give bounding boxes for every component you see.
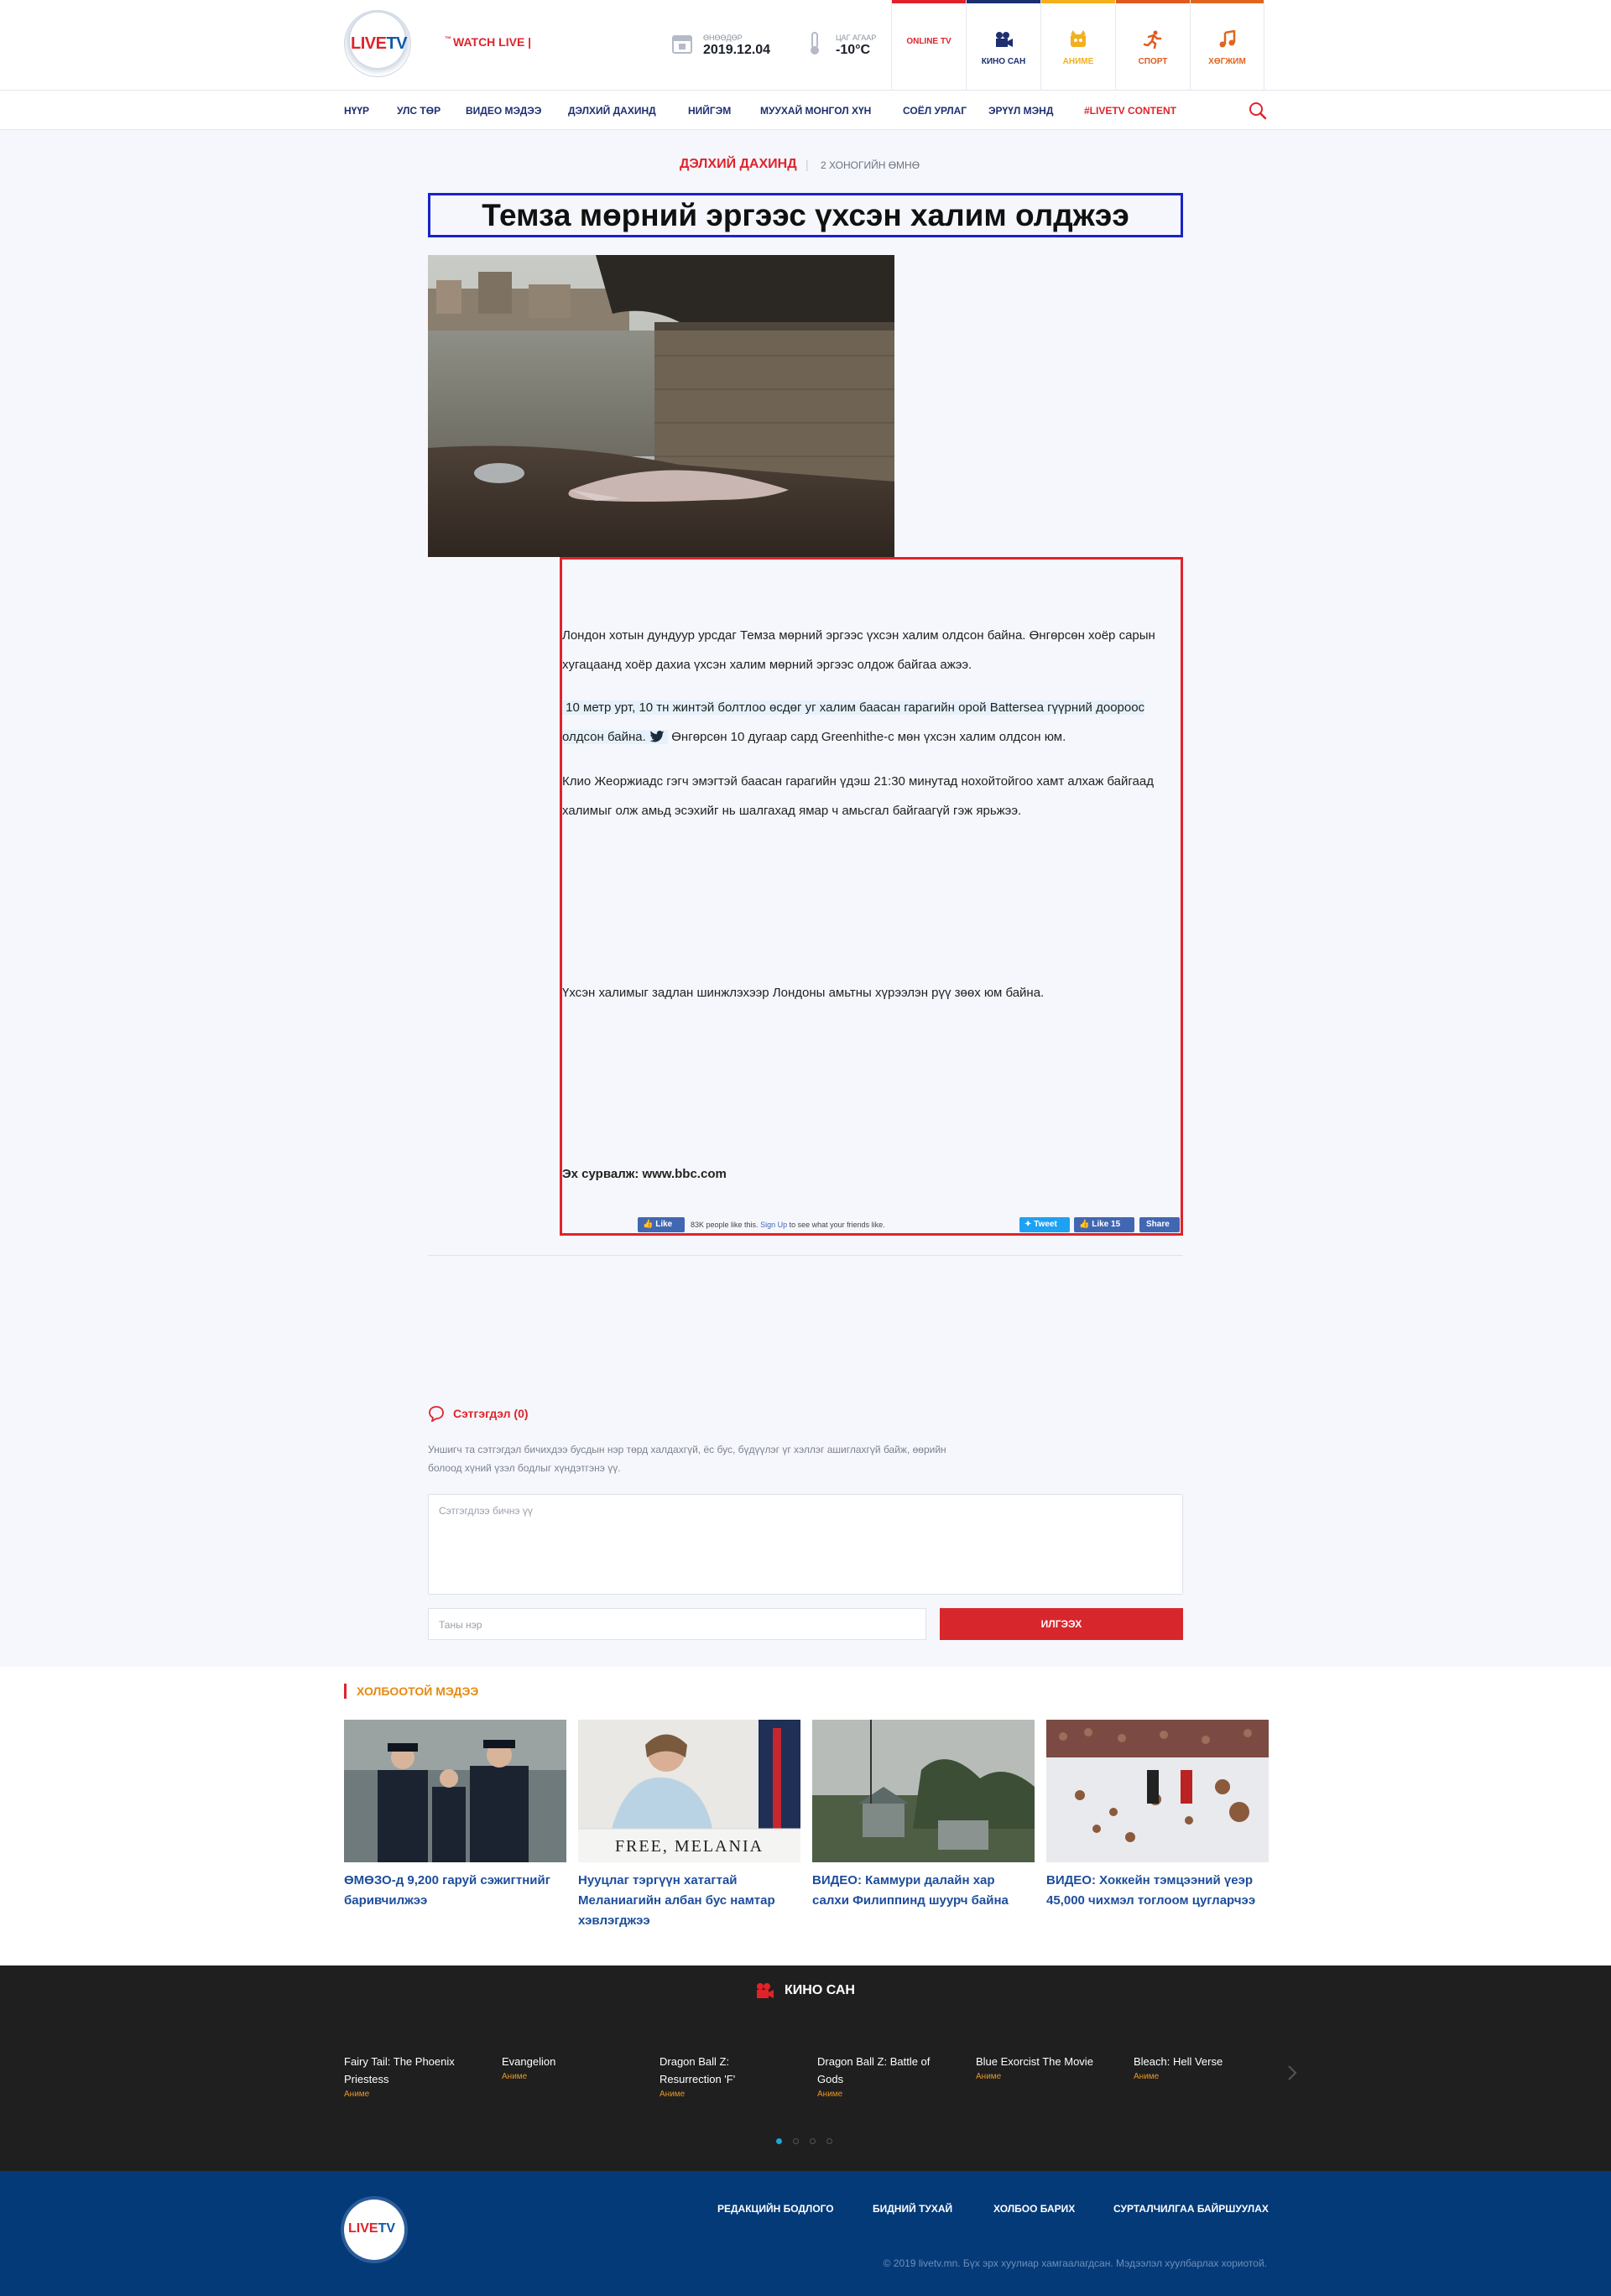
menu-item[interactable]: ДЭЛХИЙ ДАХИНД	[568, 105, 656, 117]
footer-link[interactable]: СУРТАЛЧИЛГАА БАЙРШУУЛАХ	[1113, 2203, 1269, 2215]
fb-like-button-small[interactable]: 👍 Like 15	[1074, 1217, 1134, 1232]
comments-note: Уншигч та сэтгэгдэл бичихдээ бусдын нэр …	[428, 1444, 946, 1474]
footer-logo[interactable]: LIVETV	[344, 2200, 404, 2260]
carousel-dot[interactable]	[776, 2138, 782, 2144]
footer-link[interactable]: БИДНИЙ ТУХАЙ	[873, 2203, 952, 2215]
related-image[interactable]: FREE, MELANIA	[578, 1720, 800, 1862]
logo-text: LIVETV	[351, 34, 408, 53]
thermometer-icon	[811, 32, 819, 55]
related-image[interactable]	[344, 1720, 566, 1862]
comment-icon	[429, 1406, 444, 1422]
footer-link[interactable]: РЕДАКЦИЙН БОДЛОГО	[717, 2203, 834, 2215]
carousel-dot[interactable]	[793, 2138, 799, 2144]
runner-icon	[1143, 30, 1162, 49]
nav-online-tv[interactable]: ONLINE TV	[891, 0, 966, 91]
related-image[interactable]	[1046, 1720, 1269, 1862]
article-paragraph: Үхсэн халимыг задлан шинжлэхээр Лондоны …	[562, 986, 1045, 1000]
menu-item[interactable]: НҮҮР	[344, 105, 369, 117]
article-paragraph: Клио Жеоржиадс гэгч эмэгтэй баасан гараг…	[562, 774, 1154, 818]
related-image-text: FREE, MELANIA	[614, 1837, 764, 1856]
nav-sport[interactable]: СПОРТ	[1115, 0, 1190, 91]
carousel-dot[interactable]	[826, 2138, 832, 2144]
menu-item[interactable]: УЛС ТӨР	[397, 105, 441, 117]
article-paragraph: 10 метр урт, 10 тн жинтэй болтлоо өсдөг …	[562, 700, 1145, 744]
movie-item[interactable]: Bleach: Hell Verse Аниме	[1134, 2053, 1268, 2081]
social-bar: 👍 Like 83K people like this. Sign Up to …	[638, 1217, 1183, 1234]
movie-item[interactable]: Evangelion Аниме	[502, 2053, 636, 2081]
menu-item[interactable]: ВИДЕО МЭДЭЭ	[466, 105, 541, 117]
fb-like-count: 83K people like this. Sign Up to see wha…	[691, 1221, 885, 1229]
divider	[428, 1255, 1183, 1256]
related-section	[0, 1667, 1611, 1965]
article-image	[428, 255, 894, 557]
related-caption[interactable]: ӨМӨЗО-д 9,200 гаруй сэжигтнийг баривчилж…	[344, 1871, 566, 1911]
footer-logo-text: LIVETV	[348, 2221, 396, 2236]
movie-item[interactable]: Blue Exorcist The Movie Аниме	[976, 2053, 1110, 2081]
copyright: © 2019 livetv.mn. Бүх эрх хуулиар хамгаа…	[883, 2257, 1267, 2269]
fb-like-button[interactable]: 👍 Like	[638, 1217, 685, 1232]
related-caption[interactable]: ВИДЕО: Хоккейн тэмцээний үеэр 45,000 чих…	[1046, 1871, 1269, 1911]
article-title: Темза мөрний эргээс үхсэн халим олджээ	[428, 193, 1183, 237]
nav-anime[interactable]: АНИМЕ	[1040, 0, 1115, 91]
related-caption[interactable]: Нууцлаг тэргүүн хатагтай Меланиагийн алб…	[578, 1871, 800, 1931]
site-logo[interactable]: LIVETV	[344, 10, 411, 77]
menu-item[interactable]: МУУХАЙ МОНГОЛ ХҮН	[760, 105, 871, 117]
search-icon[interactable]	[1249, 102, 1267, 120]
carousel-dot[interactable]	[810, 2138, 816, 2144]
main-menu: НҮҮР УЛС ТӨР ВИДЕО МЭДЭЭ ДЭЛХИЙ ДАХИНД Н…	[0, 91, 1611, 130]
menu-item[interactable]: НИЙГЭМ	[688, 105, 731, 117]
nav-kino-san[interactable]: КИНО САН	[966, 0, 1040, 91]
twitter-icon[interactable]	[649, 731, 665, 742]
video-camera-icon	[757, 1983, 774, 1998]
chevron-right-icon[interactable]	[1287, 2064, 1297, 2081]
menu-item[interactable]: #LIVETV CONTENT	[1084, 105, 1176, 117]
comment-textarea[interactable]: Сэтгэгдлээ бичнэ үү	[428, 1494, 1183, 1595]
menu-item[interactable]: ЭРҮҮЛ МЭНД	[988, 105, 1053, 117]
fb-signup-link[interactable]: Sign Up	[760, 1221, 787, 1229]
article-category[interactable]: ДЭЛХИЙ ДАХИНД	[680, 157, 797, 172]
name-input[interactable]: Таны нэр	[428, 1608, 926, 1640]
movie-item[interactable]: Fairy Tail: The Phoenix Priestess Аниме	[344, 2053, 478, 2099]
related-caption[interactable]: ВИДЕО: Каммури далайн хар салхи Филиппин…	[812, 1871, 1035, 1911]
comments-title: Сэтгэгдэл (0)	[453, 1407, 529, 1420]
related-image[interactable]	[812, 1720, 1035, 1862]
nav-music[interactable]: ХӨГЖИМ	[1190, 0, 1264, 91]
movie-item[interactable]: Dragon Ball Z: Battle of Gods Аниме	[817, 2053, 951, 2099]
site-header: LIVETV ™ WATCH LIVE | ӨНӨӨДӨР 2019.12.04 …	[0, 0, 1611, 91]
tweet-button[interactable]: ✦ Tweet	[1019, 1217, 1070, 1232]
kino-title: КИНО САН	[785, 1983, 855, 1997]
anime-face-icon	[1071, 30, 1086, 47]
footer-link[interactable]: ХОЛБОО БАРИХ	[993, 2203, 1075, 2215]
meta-separator: |	[806, 158, 809, 171]
site-footer	[0, 2171, 1611, 2296]
calendar-icon	[672, 35, 692, 54]
date-value: 2019.12.04	[703, 43, 771, 57]
movie-item[interactable]: Dragon Ball Z: Resurrection 'F' Аниме	[660, 2053, 794, 2099]
send-comment-button[interactable]: ИЛГЭЭХ	[940, 1608, 1183, 1640]
article-time: 2 ХОНОГИЙН ӨМНӨ	[821, 159, 920, 171]
music-note-icon	[1219, 30, 1235, 48]
weather-value: -10°C	[836, 43, 871, 57]
related-title: ХОЛБООТОЙ МЭДЭЭ	[344, 1684, 478, 1699]
fb-share-button[interactable]: Share	[1139, 1217, 1180, 1232]
menu-item[interactable]: СОЁЛ УРЛАГ	[903, 105, 967, 117]
article-source: Эх сурвалж: www.bbc.com	[562, 1167, 727, 1181]
video-camera-icon	[996, 32, 1013, 47]
watch-live-link[interactable]: ™ WATCH LIVE |	[445, 35, 531, 49]
article-paragraph: Лондон хотын дундуур урсдаг Темза мөрний…	[562, 628, 1155, 672]
